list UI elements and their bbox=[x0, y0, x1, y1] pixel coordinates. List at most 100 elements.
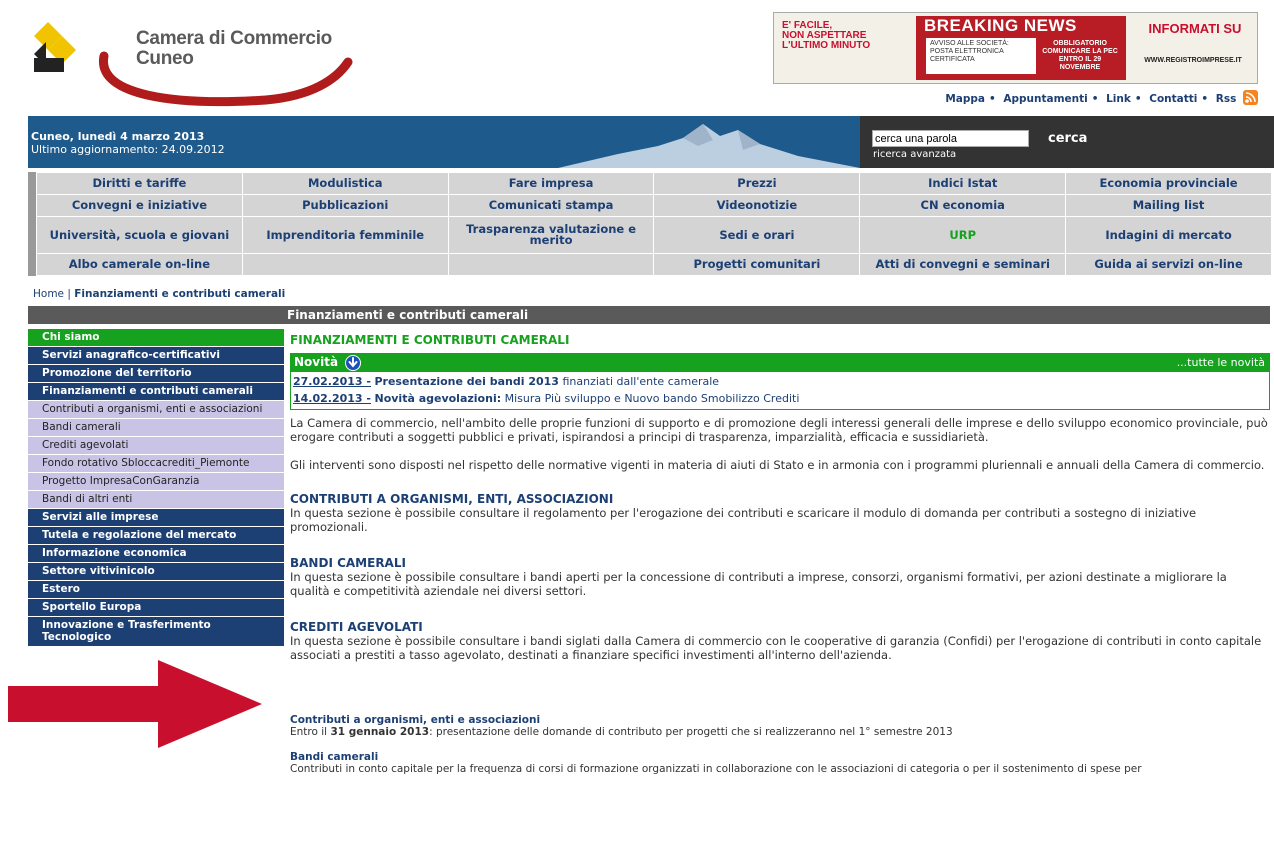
last-update: Ultimo aggiornamento: 24.09.2012 bbox=[31, 143, 225, 156]
menu-item[interactable]: Economia provinciale bbox=[1065, 172, 1272, 195]
news-item: 27.02.2013 - Presentazione dei bandi 201… bbox=[291, 372, 1269, 389]
red-arrow-icon bbox=[8, 660, 262, 748]
sidebar-item-sportello-europa[interactable]: Sportello Europa bbox=[28, 599, 284, 617]
search-area: cerca ricerca avanzata bbox=[860, 116, 1274, 168]
news-link-bandi[interactable]: Bandi camerali bbox=[290, 751, 1270, 763]
menu-item[interactable]: Diritti e tariffe bbox=[36, 172, 243, 195]
sidebar: Chi siamo Servizi anagrafico-certificati… bbox=[28, 329, 284, 647]
menu-item-empty bbox=[241, 253, 449, 276]
section-text-contributi: In questa sezione è possibile consultare… bbox=[290, 506, 1197, 534]
news-label: Novità bbox=[294, 355, 339, 369]
news-text-deadline: 31 gennaio 2013 bbox=[330, 726, 430, 738]
banner-red-box-text: OBBLIGATORIO COMUNICARE LA PEC ENTRO IL … bbox=[1042, 40, 1118, 71]
banner-subtext: AVVISO ALLE SOCIETÀ: POSTA ELETTRONICA C… bbox=[926, 38, 1036, 74]
logo[interactable]: Camera di Commercio Cuneo bbox=[26, 18, 356, 108]
section-bar: Finanziamenti e contributi camerali bbox=[28, 306, 1270, 324]
menu-item[interactable]: Comunicati stampa bbox=[447, 194, 655, 217]
sidebar-item-estero[interactable]: Estero bbox=[28, 581, 284, 599]
menu-item[interactable]: Università, scuola e giovani bbox=[36, 216, 243, 254]
intro-paragraph-1: La Camera di commercio, nell'ambito dell… bbox=[290, 416, 1268, 444]
menu-item[interactable]: Videonotizie bbox=[653, 194, 861, 217]
menu-item[interactable]: Sedi e orari bbox=[653, 216, 861, 254]
news-item-date[interactable]: 14.02.2013 - bbox=[293, 392, 371, 405]
news-item: 14.02.2013 - Novità agevolazioni: Misura… bbox=[291, 389, 1269, 409]
news-item-rest: finanziati dall'ente camerale bbox=[562, 375, 720, 388]
news-item-date[interactable]: 27.02.2013 - bbox=[293, 375, 371, 388]
breadcrumb-current: Finanziamenti e contributi camerali bbox=[74, 288, 286, 300]
news-text-bandi: Contributi in conto capitale per la freq… bbox=[290, 763, 1142, 775]
menu-item[interactable]: Convegni e iniziative bbox=[36, 194, 243, 217]
news-item-rest: Misura Più sviluppo e Nuovo bando Smobil… bbox=[504, 392, 800, 405]
search-input[interactable] bbox=[872, 130, 1029, 147]
section-heading-bandi[interactable]: BANDI CAMERALI bbox=[290, 556, 1270, 570]
news-item-title[interactable]: Presentazione dei bandi 2013 bbox=[374, 375, 558, 388]
news-text-pre: Entro il bbox=[290, 726, 331, 738]
sidebar-subitem-impresa-con-garanzia[interactable]: Progetto ImpresaConGaranzia bbox=[28, 473, 284, 491]
menu-item[interactable]: Imprenditoria femminile bbox=[241, 216, 449, 254]
sidebar-item-innovazione[interactable]: Innovazione e Trasferimento Tecnologico bbox=[28, 617, 284, 647]
menu-item[interactable]: Prezzi bbox=[653, 172, 861, 195]
breadcrumb-separator: | bbox=[67, 288, 71, 300]
page-title: FINANZIAMENTI E CONTRIBUTI CAMERALI bbox=[290, 333, 570, 347]
news-item-title[interactable]: Novità agevolazioni: bbox=[374, 392, 501, 405]
down-arrow-icon[interactable] bbox=[345, 355, 361, 371]
intro-paragraph-2: Gli interventi sono disposti nel rispett… bbox=[290, 458, 1265, 472]
menu-item[interactable]: Indici Istat bbox=[859, 172, 1067, 195]
menu-item[interactable]: Albo camerale on-line bbox=[36, 253, 243, 276]
sidebar-subitem-bandi-camerali[interactable]: Bandi camerali bbox=[28, 419, 284, 437]
search-button[interactable]: cerca bbox=[1048, 131, 1087, 146]
sidebar-item-servizi-imprese[interactable]: Servizi alle imprese bbox=[28, 509, 284, 527]
news-text-contributi: Entro il 31 gennaio 2013: presentazione … bbox=[290, 726, 1270, 739]
top-link-rss[interactable]: Rss bbox=[1216, 93, 1237, 105]
breadcrumb-home[interactable]: Home bbox=[33, 288, 64, 300]
menu-item[interactable]: Guida ai servizi on-line bbox=[1065, 253, 1272, 276]
top-link-mappa[interactable]: Mappa bbox=[945, 93, 985, 105]
menu-item[interactable]: Modulistica bbox=[241, 172, 449, 195]
logo-title-line1: Camera di Commercio bbox=[136, 28, 332, 49]
sidebar-item-settore-vitivinicolo[interactable]: Settore vitivinicolo bbox=[28, 563, 284, 581]
sidebar-subitem-bandi-altri-enti[interactable]: Bandi di altri enti bbox=[28, 491, 284, 509]
current-date: Cuneo, lunedì 4 marzo 2013 bbox=[31, 130, 205, 143]
sidebar-item-servizi-anagrafico[interactable]: Servizi anagrafico-certificativi bbox=[28, 347, 284, 365]
section-heading-contributi[interactable]: CONTRIBUTI A ORGANISMI, ENTI, ASSOCIAZIO… bbox=[290, 492, 1270, 506]
menu-item[interactable]: Atti di convegni e seminari bbox=[859, 253, 1067, 276]
menu-item-urp[interactable]: URP bbox=[859, 216, 1067, 254]
banner-url: WWW.REGISTROIMPRESE.IT bbox=[1144, 57, 1242, 64]
menu-item[interactable]: Indagini di mercato bbox=[1065, 216, 1272, 254]
news-link-contributi[interactable]: Contributi a organismi, enti e associazi… bbox=[290, 714, 1270, 726]
sidebar-subitem-crediti-agevolati[interactable]: Crediti agevolati bbox=[28, 437, 284, 455]
menu-item[interactable]: Fare impresa bbox=[447, 172, 655, 195]
header-band: Cuneo, lunedì 4 marzo 2013 Ultimo aggior… bbox=[28, 116, 860, 168]
news-box: Novità ...tutte le novità 27.02.2013 - P… bbox=[290, 353, 1270, 410]
advanced-search-link[interactable]: ricerca avanzata bbox=[873, 149, 956, 160]
sidebar-item-tutela[interactable]: Tutela e regolazione del mercato bbox=[28, 527, 284, 545]
banner-right-text: INFORMATI SU bbox=[1148, 21, 1242, 36]
main-content: FINANZIAMENTI E CONTRIBUTI CAMERALI Novi… bbox=[290, 333, 1270, 788]
menu-item[interactable]: Pubblicazioni bbox=[241, 194, 449, 217]
sidebar-item-chi-siamo[interactable]: Chi siamo bbox=[28, 329, 284, 347]
top-link-appuntamenti[interactable]: Appuntamenti bbox=[1003, 93, 1087, 105]
logo-title-line2: Cuneo bbox=[136, 48, 194, 69]
mountain-icon bbox=[558, 124, 860, 168]
menu-item[interactable]: Trasparenza valutazione e merito bbox=[447, 216, 655, 254]
rss-icon[interactable] bbox=[1243, 90, 1258, 105]
menu-item-empty bbox=[447, 253, 655, 276]
breaking-news-banner[interactable]: E' FACILE, NON ASPETTARE L'ULTIMO MINUTO… bbox=[773, 12, 1258, 84]
news-text-post: : presentazione delle domande di contrib… bbox=[429, 726, 953, 738]
section-heading-crediti[interactable]: CREDITI AGEVOLATI bbox=[290, 620, 1270, 634]
sidebar-subitem-contributi[interactable]: Contributi a organismi, enti e associazi… bbox=[28, 401, 284, 419]
top-link-contatti[interactable]: Contatti bbox=[1149, 93, 1197, 105]
menu-item[interactable]: Mailing list bbox=[1065, 194, 1272, 217]
all-news-link[interactable]: ...tutte le novità bbox=[1177, 356, 1265, 370]
section-bar-title: Finanziamenti e contributi camerali bbox=[287, 308, 529, 322]
sidebar-item-informazione-economica[interactable]: Informazione economica bbox=[28, 545, 284, 563]
sidebar-item-promozione[interactable]: Promozione del territorio bbox=[28, 365, 284, 383]
section-text-bandi: In questa sezione è possibile consultare… bbox=[290, 570, 1227, 598]
sidebar-item-finanziamenti[interactable]: Finanziamenti e contributi camerali bbox=[28, 383, 284, 401]
banner-left-text: E' FACILE, NON ASPETTARE L'ULTIMO MINUTO bbox=[782, 20, 871, 51]
menu-item[interactable]: CN economia bbox=[859, 194, 1067, 217]
top-link-link[interactable]: Link bbox=[1106, 93, 1131, 105]
breadcrumb: Home | Finanziamenti e contributi camera… bbox=[33, 288, 285, 300]
sidebar-subitem-fondo-rotativo[interactable]: Fondo rotativo Sbloccacrediti_Piemonte bbox=[28, 455, 284, 473]
menu-item[interactable]: Progetti comunitari bbox=[653, 253, 861, 276]
